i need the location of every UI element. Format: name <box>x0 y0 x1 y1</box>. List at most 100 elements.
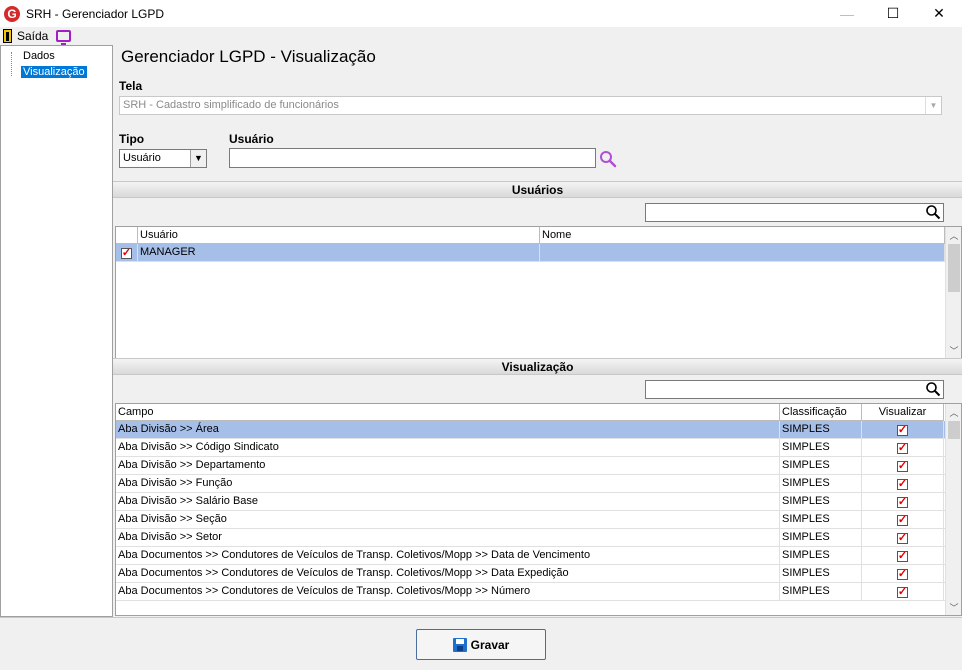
close-button[interactable]: ✕ <box>916 0 962 27</box>
view-grid-header: Campo Classificação Visualizar <box>116 404 944 421</box>
scroll-up-icon[interactable]: ︿ <box>946 404 961 420</box>
campo-cell: Aba Divisão >> Código Sindicato <box>116 439 780 457</box>
row-check-cell[interactable] <box>116 244 138 262</box>
visualizar-cell[interactable] <box>862 565 944 583</box>
users-grid-scrollbar[interactable]: ︿ ﹀ <box>945 227 961 358</box>
monitor-icon[interactable] <box>56 30 72 45</box>
column-header-classificacao[interactable]: Classificação <box>780 404 862 421</box>
usuario-label: Usuário <box>229 132 274 146</box>
tree-item-visualizacao[interactable]: Visualização <box>21 66 87 78</box>
title-bar: G SRH - Gerenciador LGPD — ☐ ✕ <box>0 0 962 27</box>
scroll-down-icon[interactable]: ﹀ <box>946 342 961 358</box>
visualizar-cell[interactable] <box>862 439 944 457</box>
campo-cell: Aba Documentos >> Condutores de Veículos… <box>116 565 780 583</box>
view-filter-input[interactable] <box>645 380 944 399</box>
search-icon[interactable] <box>925 381 941 397</box>
usuario-input[interactable] <box>229 148 596 168</box>
chevron-down-icon[interactable]: ▼ <box>190 150 206 167</box>
users-grid: Usuário Nome MANAGER ︿ ﹀ <box>115 226 962 359</box>
tipo-select-value: Usuário <box>123 152 161 164</box>
window-controls: — ☐ ✕ <box>824 0 962 27</box>
campo-cell: Aba Divisão >> Seção <box>116 511 780 529</box>
classificacao-cell: SIMPLES <box>780 421 862 439</box>
tipo-select[interactable]: Usuário ▼ <box>119 149 207 168</box>
visualizar-checkbox[interactable] <box>897 424 908 436</box>
window-title: SRH - Gerenciador LGPD <box>26 6 165 21</box>
visualizar-checkbox[interactable] <box>897 478 908 490</box>
view-grid-scrollbar[interactable]: ︿ ﹀ <box>945 404 961 615</box>
column-header-campo[interactable]: Campo <box>116 404 780 421</box>
classificacao-cell: SIMPLES <box>780 583 862 601</box>
table-row[interactable]: Aba Documentos >> Condutores de Veículos… <box>116 565 945 583</box>
visualizar-checkbox[interactable] <box>897 496 908 508</box>
classificacao-cell: SIMPLES <box>780 457 862 475</box>
tela-select-value: SRH - Cadastro simplificado de funcionár… <box>123 99 339 111</box>
scroll-up-icon[interactable]: ︿ <box>946 227 961 243</box>
campo-cell: Aba Divisão >> Departamento <box>116 457 780 475</box>
maximize-button[interactable]: ☐ <box>870 0 916 27</box>
view-section-header: Visualização <box>113 358 962 375</box>
users-section-header: Usuários <box>113 181 962 198</box>
classificacao-cell: SIMPLES <box>780 547 862 565</box>
main-panel: Gerenciador LGPD - Visualização Tela SRH… <box>113 45 962 617</box>
table-row[interactable]: Aba Divisão >> Seção SIMPLES <box>116 511 945 529</box>
column-header-nome[interactable]: Nome <box>540 227 945 244</box>
visualizar-checkbox[interactable] <box>897 550 908 562</box>
scrollbar-thumb[interactable] <box>948 421 960 439</box>
view-grid: Campo Classificação Visualizar Aba Divis… <box>115 403 962 616</box>
table-row[interactable]: Aba Documentos >> Condutores de Veículos… <box>116 583 945 601</box>
table-row[interactable]: Aba Divisão >> Salário Base SIMPLES <box>116 493 945 511</box>
usuario-cell: MANAGER <box>138 244 540 262</box>
visualizar-cell[interactable] <box>862 457 944 475</box>
exit-menu-item[interactable]: Saída <box>17 29 48 43</box>
tela-select: SRH - Cadastro simplificado de funcionár… <box>119 96 942 115</box>
visualizar-checkbox[interactable] <box>897 568 908 580</box>
table-row[interactable]: Aba Divisão >> Área SIMPLES <box>116 421 945 439</box>
user-checkbox[interactable] <box>121 247 132 259</box>
chevron-down-icon: ▼ <box>925 97 941 114</box>
tela-label: Tela <box>119 79 143 93</box>
classificacao-cell: SIMPLES <box>780 493 862 511</box>
visualizar-checkbox[interactable] <box>897 532 908 544</box>
footer-bar: Gravar <box>0 617 962 670</box>
tipo-label: Tipo <box>119 132 145 146</box>
campo-cell: Aba Divisão >> Função <box>116 475 780 493</box>
visualizar-checkbox[interactable] <box>897 514 908 526</box>
table-row[interactable]: Aba Documentos >> Condutores de Veículos… <box>116 547 945 565</box>
visualizar-cell[interactable] <box>862 529 944 547</box>
visualizar-cell[interactable] <box>862 421 944 439</box>
floppy-disk-icon <box>452 637 467 652</box>
visualizar-cell[interactable] <box>862 583 944 601</box>
navigation-tree: Dados Visualização <box>0 45 113 617</box>
save-button[interactable]: Gravar <box>416 629 546 660</box>
search-icon[interactable] <box>599 150 617 168</box>
app-logo-icon: G <box>4 5 20 22</box>
table-row[interactable]: Aba Divisão >> Setor SIMPLES <box>116 529 945 547</box>
table-row[interactable]: MANAGER <box>116 244 945 262</box>
visualizar-cell[interactable] <box>862 547 944 565</box>
table-row[interactable]: Aba Divisão >> Código Sindicato SIMPLES <box>116 439 945 457</box>
minimize-button[interactable]: — <box>824 0 870 27</box>
classificacao-cell: SIMPLES <box>780 529 862 547</box>
column-header-usuario[interactable]: Usuário <box>138 227 540 244</box>
tree-item-dados[interactable]: Dados <box>21 50 57 62</box>
users-filter-input[interactable] <box>645 203 944 222</box>
visualizar-cell[interactable] <box>862 493 944 511</box>
scrollbar-thumb[interactable] <box>948 244 960 292</box>
visualizar-cell[interactable] <box>862 511 944 529</box>
classificacao-cell: SIMPLES <box>780 565 862 583</box>
visualizar-checkbox[interactable] <box>897 442 908 454</box>
exit-door-icon[interactable] <box>3 29 12 43</box>
column-header-visualizar[interactable]: Visualizar <box>862 404 944 421</box>
scroll-down-icon[interactable]: ﹀ <box>946 599 961 615</box>
table-row[interactable]: Aba Divisão >> Departamento SIMPLES <box>116 457 945 475</box>
search-icon[interactable] <box>925 204 941 220</box>
visualizar-checkbox[interactable] <box>897 460 908 472</box>
save-button-label: Gravar <box>470 637 510 652</box>
visualizar-checkbox[interactable] <box>897 586 908 598</box>
visualizar-cell[interactable] <box>862 475 944 493</box>
classificacao-cell: SIMPLES <box>780 439 862 457</box>
classificacao-cell: SIMPLES <box>780 511 862 529</box>
campo-cell: Aba Documentos >> Condutores de Veículos… <box>116 583 780 601</box>
table-row[interactable]: Aba Divisão >> Função SIMPLES <box>116 475 945 493</box>
